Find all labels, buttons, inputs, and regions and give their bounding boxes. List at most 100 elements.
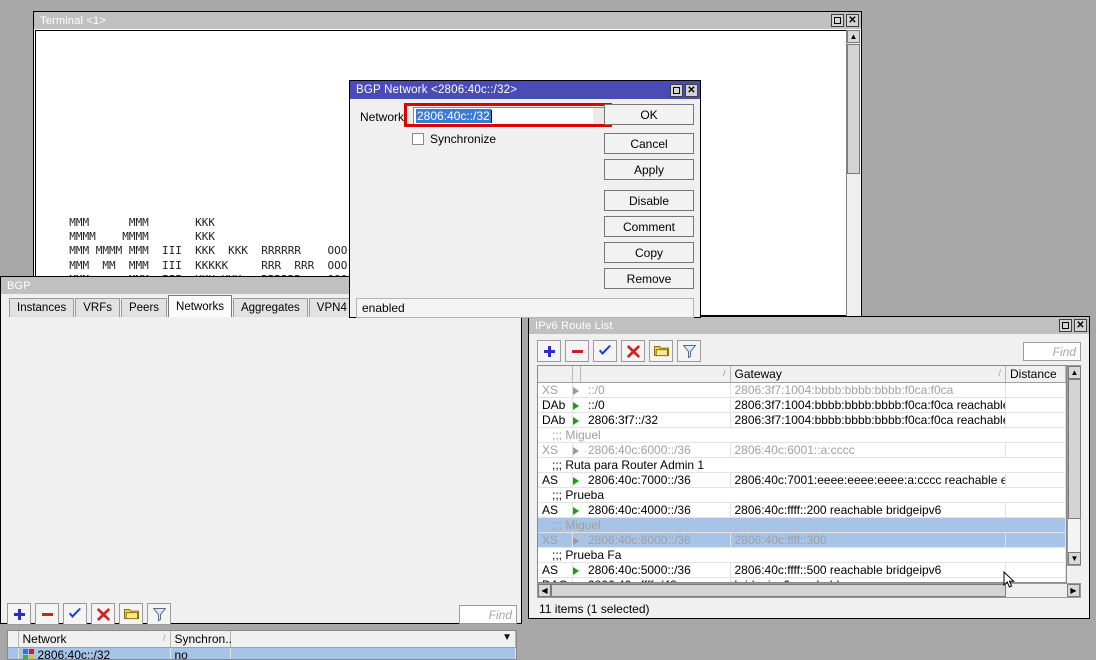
- dialog-status-text: enabled: [362, 301, 405, 315]
- cancel-button[interactable]: Cancel: [604, 133, 694, 154]
- row-flags: AS: [538, 563, 572, 578]
- comment-row[interactable]: ;;; Ruta para Router Admin 1: [538, 458, 1066, 473]
- remove-button[interactable]: Remove: [604, 268, 694, 289]
- scroll-thumb[interactable]: [847, 44, 860, 174]
- comment-text: ;;; Miguel: [538, 518, 1066, 533]
- row-network: 2806:40c::/32: [18, 648, 170, 660]
- comment-row[interactable]: ;;; Prueba: [538, 488, 1066, 503]
- tab-networks[interactable]: Networks: [168, 295, 232, 317]
- tab-instances[interactable]: Instances: [9, 298, 74, 317]
- close-icon[interactable]: ✕: [685, 84, 698, 97]
- col-marker[interactable]: [572, 366, 580, 383]
- disable-button[interactable]: [621, 340, 645, 362]
- close-icon[interactable]: ✕: [846, 14, 859, 27]
- bgp-find-input[interactable]: Find: [459, 605, 517, 624]
- row-dst-address: 2806:3f7::/32: [580, 413, 730, 428]
- filter-button[interactable]: [147, 603, 171, 625]
- add-button[interactable]: [537, 340, 561, 362]
- terminal-titlebar[interactable]: Terminal <1> ✕: [34, 12, 861, 29]
- bgp-networks-grid[interactable]: Network/ Synchron... ▼ 2806:40c::/32 no: [7, 630, 517, 660]
- remove-button[interactable]: [35, 603, 59, 625]
- network-field-highlight: [404, 103, 612, 127]
- remove-button[interactable]: [565, 340, 589, 362]
- comment-row[interactable]: ;;; Miguel: [538, 428, 1066, 443]
- apply-button[interactable]: Apply: [604, 159, 694, 180]
- col-gateway[interactable]: Gateway/: [730, 366, 1006, 383]
- row-distance: [1006, 563, 1066, 578]
- row-flags: DAb: [538, 413, 572, 428]
- row-flag-cell: [8, 648, 18, 660]
- copy-button[interactable]: Copy: [604, 242, 694, 263]
- table-row[interactable]: DAb::/02806:3f7:1004:bbbb:bbbb:bbbb:f0ca…: [538, 398, 1066, 413]
- maximize-icon[interactable]: [831, 14, 844, 27]
- routes-vertical-scrollbar[interactable]: ▲ ▼: [1067, 365, 1081, 566]
- scroll-thumb[interactable]: [1068, 379, 1081, 519]
- row-gateway: 2806:3f7:1004:bbbb:bbbb:bbbb:f0ca:f0ca: [730, 383, 1006, 398]
- comment-text: ;;; Prueba Fa: [538, 548, 1066, 563]
- terminal-vertical-scrollbar[interactable]: ▲: [846, 30, 860, 316]
- tab-aggregates[interactable]: Aggregates: [233, 298, 308, 317]
- scroll-right-icon[interactable]: ▶: [1067, 584, 1080, 597]
- route-active-arrow-icon: [572, 443, 580, 458]
- row-dst-address: 2806:40c:7000::/36: [580, 473, 730, 488]
- row-flags: XS: [538, 383, 572, 398]
- table-row[interactable]: XS::/02806:3f7:1004:bbbb:bbbb:bbbb:f0ca:…: [538, 383, 1066, 398]
- comment-row[interactable]: ;;; Miguel: [538, 518, 1066, 533]
- routes-status-text: 11 items (1 selected): [539, 602, 650, 616]
- ok-button[interactable]: OK: [604, 104, 694, 125]
- row-gateway: 2806:40c:7001:eeee:eeee:eeee:a:cccc reac…: [730, 473, 1006, 488]
- add-button[interactable]: [7, 603, 31, 625]
- col-dst-address[interactable]: Dst. Address/: [580, 366, 730, 383]
- disable-button[interactable]: [91, 603, 115, 625]
- scroll-left-icon[interactable]: ◀: [538, 584, 551, 597]
- table-row[interactable]: DAb 2806:3f7::/322806:3f7:1004:bbbb:bbbb:…: [538, 413, 1066, 428]
- routes-titlebar[interactable]: IPv6 Route List ✕: [529, 317, 1089, 334]
- col-network[interactable]: Network/: [18, 631, 170, 648]
- dialog-titlebar[interactable]: BGP Network <2806:40c::/32> ✕: [350, 81, 700, 99]
- routes-find-input[interactable]: Find: [1023, 342, 1081, 361]
- hscroll-thumb[interactable]: [551, 584, 1006, 597]
- bgp-toolbar[interactable]: [7, 603, 171, 625]
- routes-grid[interactable]: Dst. Address/ Gateway/ Distance XS::/028…: [537, 365, 1067, 583]
- table-row[interactable]: 2806:40c::/32 no: [8, 648, 516, 660]
- enable-button[interactable]: [593, 340, 617, 362]
- table-row[interactable]: AS2806:40c:4000::/362806:40c:ffff::200 r…: [538, 503, 1066, 518]
- routes-toolbar[interactable]: [537, 340, 701, 362]
- disable-button[interactable]: Disable: [604, 190, 694, 211]
- col-dropdown[interactable]: ▼: [230, 631, 516, 648]
- comment-row[interactable]: ;;; Prueba Fa: [538, 548, 1066, 563]
- row-gateway: 2806:3f7:1004:bbbb:bbbb:bbbb:f0ca:f0ca r…: [730, 413, 1006, 428]
- tab-vrfs[interactable]: VRFs: [75, 298, 120, 317]
- routes-horizontal-scrollbar[interactable]: ◀ ▶: [537, 583, 1081, 598]
- col-distance[interactable]: Distance: [1006, 366, 1066, 383]
- col-flags[interactable]: [538, 366, 572, 383]
- table-row[interactable]: AS2806:40c:5000::/362806:40c:ffff::500 r…: [538, 563, 1066, 578]
- row-gateway: 2806:40c:ffff::500 reachable bridgeipv6: [730, 563, 1006, 578]
- row-synchronize: no: [170, 648, 230, 660]
- ipv6-route-list-window[interactable]: IPv6 Route List ✕ Find: [528, 316, 1090, 619]
- comment-button[interactable]: [119, 603, 143, 625]
- checkbox-box[interactable]: [412, 133, 424, 145]
- close-icon[interactable]: ✕: [1074, 319, 1087, 332]
- bgp-window[interactable]: BGP Instances VRFs Peers Networks Aggreg…: [0, 276, 522, 624]
- table-row[interactable]: XS2806:40c:6000::/362806:40c:6001::a:ccc…: [538, 443, 1066, 458]
- maximize-icon[interactable]: [670, 84, 683, 97]
- comment-button[interactable]: Comment: [604, 216, 694, 237]
- col-flag[interactable]: [8, 631, 18, 648]
- row-distance: [1006, 443, 1066, 458]
- comment-button[interactable]: [649, 340, 673, 362]
- tab-peers[interactable]: Peers: [121, 298, 167, 317]
- scroll-up-icon[interactable]: ▲: [1068, 366, 1081, 379]
- enable-button[interactable]: [63, 603, 87, 625]
- maximize-icon[interactable]: [1059, 319, 1072, 332]
- table-row[interactable]: XS2806:40c:6000::/362806:40c:ffff::300: [538, 533, 1066, 548]
- scroll-down-icon[interactable]: ▼: [1068, 552, 1081, 565]
- col-synchronize[interactable]: Synchron...: [170, 631, 230, 648]
- row-dst-address: 2806:40c:4000::/36: [580, 503, 730, 518]
- synchronize-checkbox[interactable]: Synchronize: [412, 132, 496, 146]
- row-spacer: [230, 648, 516, 660]
- filter-button[interactable]: [677, 340, 701, 362]
- table-row[interactable]: AS2806:40c:7000::/362806:40c:7001:eeee:e…: [538, 473, 1066, 488]
- bgp-tab-bar[interactable]: Instances VRFs Peers Networks Aggregates…: [2, 295, 390, 317]
- scroll-up-icon[interactable]: ▲: [847, 30, 860, 43]
